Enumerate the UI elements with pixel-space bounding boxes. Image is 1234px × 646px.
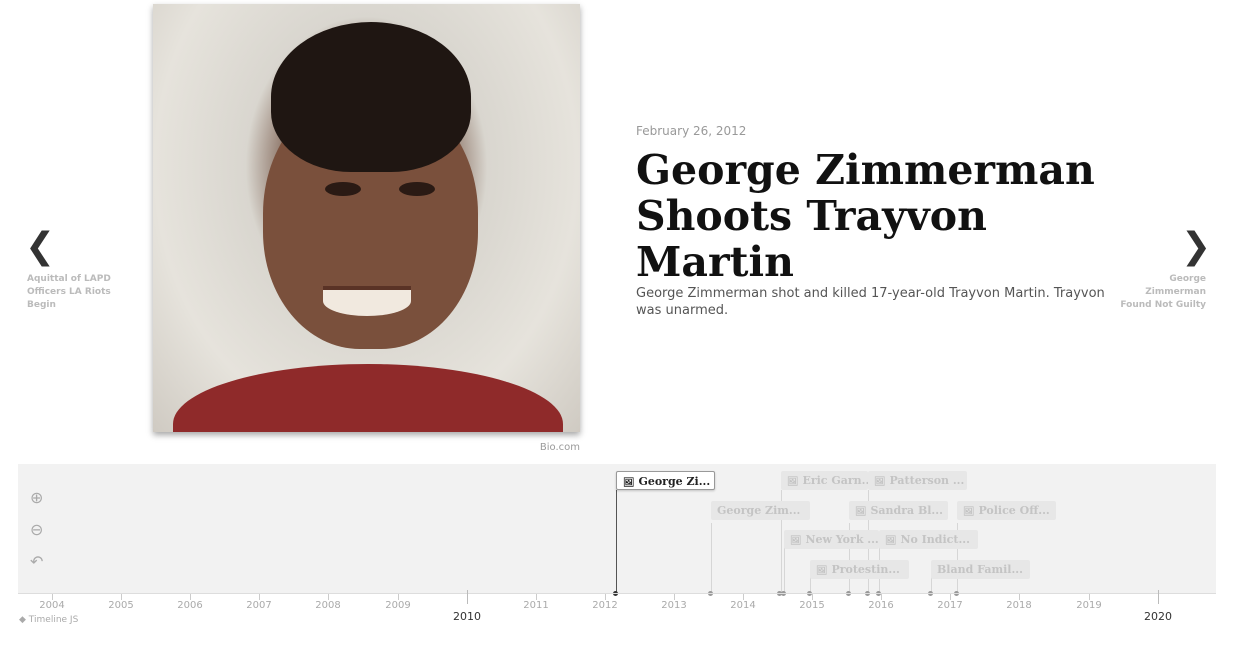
axis-tick-label: 2015 [799,600,825,611]
zoom-in-icon[interactable]: ⊕ [30,488,43,507]
marker-label: George Zim... [717,504,801,517]
brand-label: Timeline JS [28,615,79,625]
photo-hair [271,22,471,172]
next-slide-title[interactable]: George Zimmerman Found Not Guilty [1120,273,1206,312]
axis-tick-label: 2016 [868,600,894,611]
timeline-marker[interactable]: 🖼 Eric Garn... [781,471,868,490]
image-icon: 🖼 [963,507,975,517]
marker-label: Patterson ... [889,474,965,487]
timelinejs-brand[interactable]: ◆ Timeline JS [19,615,78,625]
timeline-marker[interactable]: 🖼 Police Off... [957,501,1056,520]
image-icon: 🖼 [874,477,886,487]
marker-label: Bland Famil... [937,563,1023,576]
timeline-marker-george-zimmerman-shoots[interactable]: 🖼 George Zi... [616,471,715,490]
axis-tick-label: 2010 [453,610,481,623]
axis-tick-label: 2014 [730,600,756,611]
slide-photo [153,4,580,432]
axis-tick-label: 2019 [1076,600,1102,611]
axis-tick-label: 2018 [1006,600,1032,611]
axis-tick-label: 2008 [315,600,341,611]
image-icon: 🖼 [855,507,867,517]
axis-tick-label: 2006 [177,600,203,611]
slide-description: George Zimmerman shot and killed 17-year… [636,286,1105,318]
marker-label: Eric Garn... [802,474,868,487]
image-icon: 🖼 [790,536,802,546]
marker-label: No Indict... [900,533,970,546]
marker-label: Police Off... [978,504,1050,517]
axis-tick-label: 2012 [592,600,618,611]
marker-line [616,490,617,593]
marker-label: George Zi... [638,475,711,488]
timeline-marker[interactable]: 🖼 No Indict... [879,530,978,549]
timeline-marker[interactable]: 🖼 Patterson ... [868,471,967,490]
axis-tick-label: 2011 [523,600,549,611]
timeline-marker[interactable]: 🖼 New York ... [784,530,879,549]
zoom-out-icon[interactable]: ⊖ [30,520,43,539]
marker-label: Sandra Bl... [870,504,943,517]
media-credit: Bio.com [539,442,580,453]
timeline-marker[interactable]: Bland Famil... [931,560,1030,579]
chevron-left-icon[interactable]: ❮ [25,226,55,267]
marker-label: New York ... [805,533,879,546]
marker-label: Protestin... [831,563,900,576]
chevron-right-icon[interactable]: ❯ [1181,226,1211,267]
axis-tick-label: 2004 [39,600,65,611]
slide-headline: George Zimmerman Shoots Trayvon Martin [636,146,1095,286]
timeline-marker[interactable]: 🖼 Protestin... [810,560,909,579]
axis-tick-label: 2020 [1144,610,1172,623]
photo-smile [323,286,411,316]
axis-tick-label: 2005 [108,600,134,611]
axis-tick-label: 2007 [246,600,272,611]
axis-tick [1158,590,1159,604]
image-icon: 🖼 [816,566,828,576]
photo-eye [399,182,435,196]
timeline-marker[interactable]: 🖼 Sandra Bl... [849,501,948,520]
axis-tick-label: 2013 [661,600,687,611]
image-icon: 🖼 [787,477,799,487]
marker-line [784,546,785,593]
image-icon: 🖼 [623,478,635,488]
axis-tick [467,590,468,604]
timeline-marker[interactable]: George Zim... [711,501,810,520]
back-icon[interactable]: ↶ [30,552,43,571]
photo-shirt [173,364,563,432]
marker-line [711,523,712,593]
axis-tick-label: 2017 [937,600,963,611]
image-icon: 🖼 [885,536,897,546]
timeline-axis [18,593,1216,594]
prev-slide-title[interactable]: Aquittal of LAPD Officers LA Riots Begin [27,273,137,312]
photo-eye [325,182,361,196]
axis-tick-label: 2009 [385,600,411,611]
slide-date: February 26, 2012 [636,124,747,138]
